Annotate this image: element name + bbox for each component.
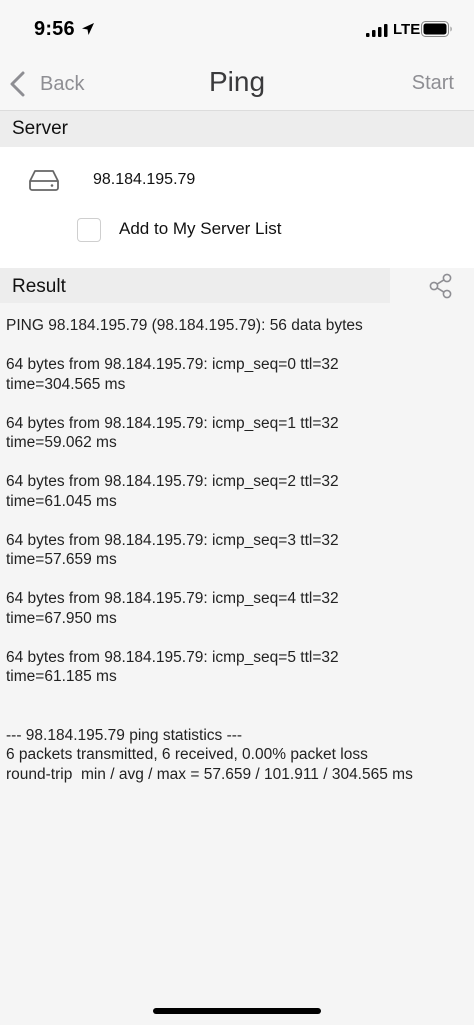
server-section-label: Server xyxy=(12,118,68,139)
result-section-header: Result xyxy=(0,268,390,303)
add-to-server-list-label[interactable]: Add to My Server List xyxy=(119,219,282,239)
hard-drive-icon xyxy=(29,170,59,191)
result-section-label: Result xyxy=(12,276,66,297)
server-section-header: Server xyxy=(0,111,474,147)
status-bar: 9:56 LTE xyxy=(0,0,474,58)
location-arrow-icon xyxy=(82,23,94,35)
navigation-bar: Back Ping Start xyxy=(0,58,474,111)
server-address[interactable]: 98.184.195.79 xyxy=(93,171,195,189)
start-button[interactable]: Start xyxy=(412,72,454,95)
cellular-signal-icon xyxy=(366,24,388,37)
server-panel: 98.184.195.79 Add to My Server List xyxy=(0,148,474,268)
share-icon[interactable] xyxy=(428,272,454,300)
status-time: 9:56 xyxy=(34,18,75,40)
battery-icon xyxy=(421,21,452,37)
add-to-server-list-checkbox[interactable] xyxy=(77,218,101,242)
ping-output-text: PING 98.184.195.79 (98.184.195.79): 56 d… xyxy=(6,317,413,783)
result-panel: Result PING 98.184.195.79 (98.184.195.79… xyxy=(0,268,474,1025)
page-title: Ping xyxy=(208,66,266,97)
home-indicator xyxy=(153,1008,321,1014)
network-type-label: LTE xyxy=(393,21,421,38)
